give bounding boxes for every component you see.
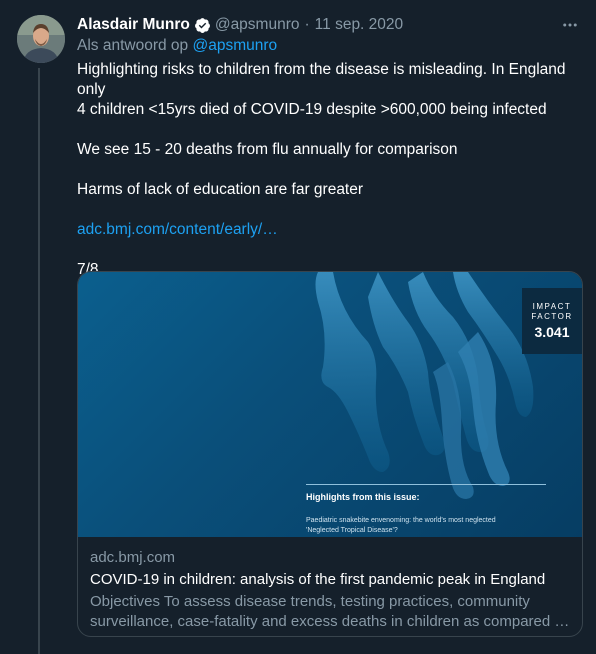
card-description-line: surveillance, case-fatality and excess d… [90, 613, 570, 630]
highlights-title: Highlights from this issue: [306, 492, 420, 502]
card-domain: adc.bmj.com [90, 549, 176, 566]
impact-factor-badge: IMPACT FACTOR 3.041 [522, 288, 582, 354]
link-preview-card[interactable]: IMPACT FACTOR 3.041 Highlights from this… [77, 271, 583, 637]
user-handle[interactable]: @apsmunro [215, 16, 300, 34]
tweet-date[interactable]: 11 sep. 2020 [315, 16, 403, 34]
tweet-header: Alasdair Munro @apsmunro · 11 sep. 2020 [77, 14, 403, 36]
highlight-divider [306, 484, 546, 485]
card-description: Objectives To assess disease trends, tes… [90, 592, 570, 632]
tweet-text-line: Highlighting risks to children from the … [77, 61, 566, 98]
card-title[interactable]: COVID-19 in children: analysis of the fi… [90, 570, 570, 590]
reply-context: Als antwoord op @apsmunro [77, 37, 277, 55]
card-image[interactable]: IMPACT FACTOR 3.041 Highlights from this… [78, 272, 582, 537]
tweet-text: Highlighting risks to children from the … [77, 60, 577, 280]
reply-prefix: Als antwoord op [77, 37, 189, 54]
tweet-text-line: Harms of lack of education are far great… [77, 181, 364, 198]
separator-dot: · [304, 16, 310, 33]
highlights-body: Paediatric snakebite envenoming: the wor… [306, 516, 556, 536]
impact-label: FACTOR [531, 312, 573, 321]
impact-label: IMPACT [532, 302, 572, 311]
verified-badge-icon [194, 17, 211, 34]
highlights-line: 'Neglected Tropical Disease'? [306, 527, 398, 534]
reply-to-link[interactable]: @apsmunro [192, 37, 277, 54]
avatar[interactable] [17, 15, 65, 63]
card-description-line: Objectives To assess disease trends, tes… [90, 593, 530, 610]
card-body[interactable]: adc.bmj.com COVID-19 in children: analys… [78, 537, 582, 632]
display-name[interactable]: Alasdair Munro [77, 16, 190, 34]
impact-value: 3.041 [534, 324, 570, 340]
tweet-link[interactable]: adc.bmj.com/content/early/… [77, 221, 278, 238]
tweet-text-line: 4 children <15yrs died of COVID-19 despi… [77, 101, 547, 118]
tweet-text-line: We see 15 - 20 deaths from flu annually … [77, 141, 458, 158]
thread-connector-line [38, 68, 40, 654]
highlights-line: Paediatric snakebite envenoming: the wor… [306, 517, 496, 524]
more-options-icon[interactable] [557, 12, 583, 38]
